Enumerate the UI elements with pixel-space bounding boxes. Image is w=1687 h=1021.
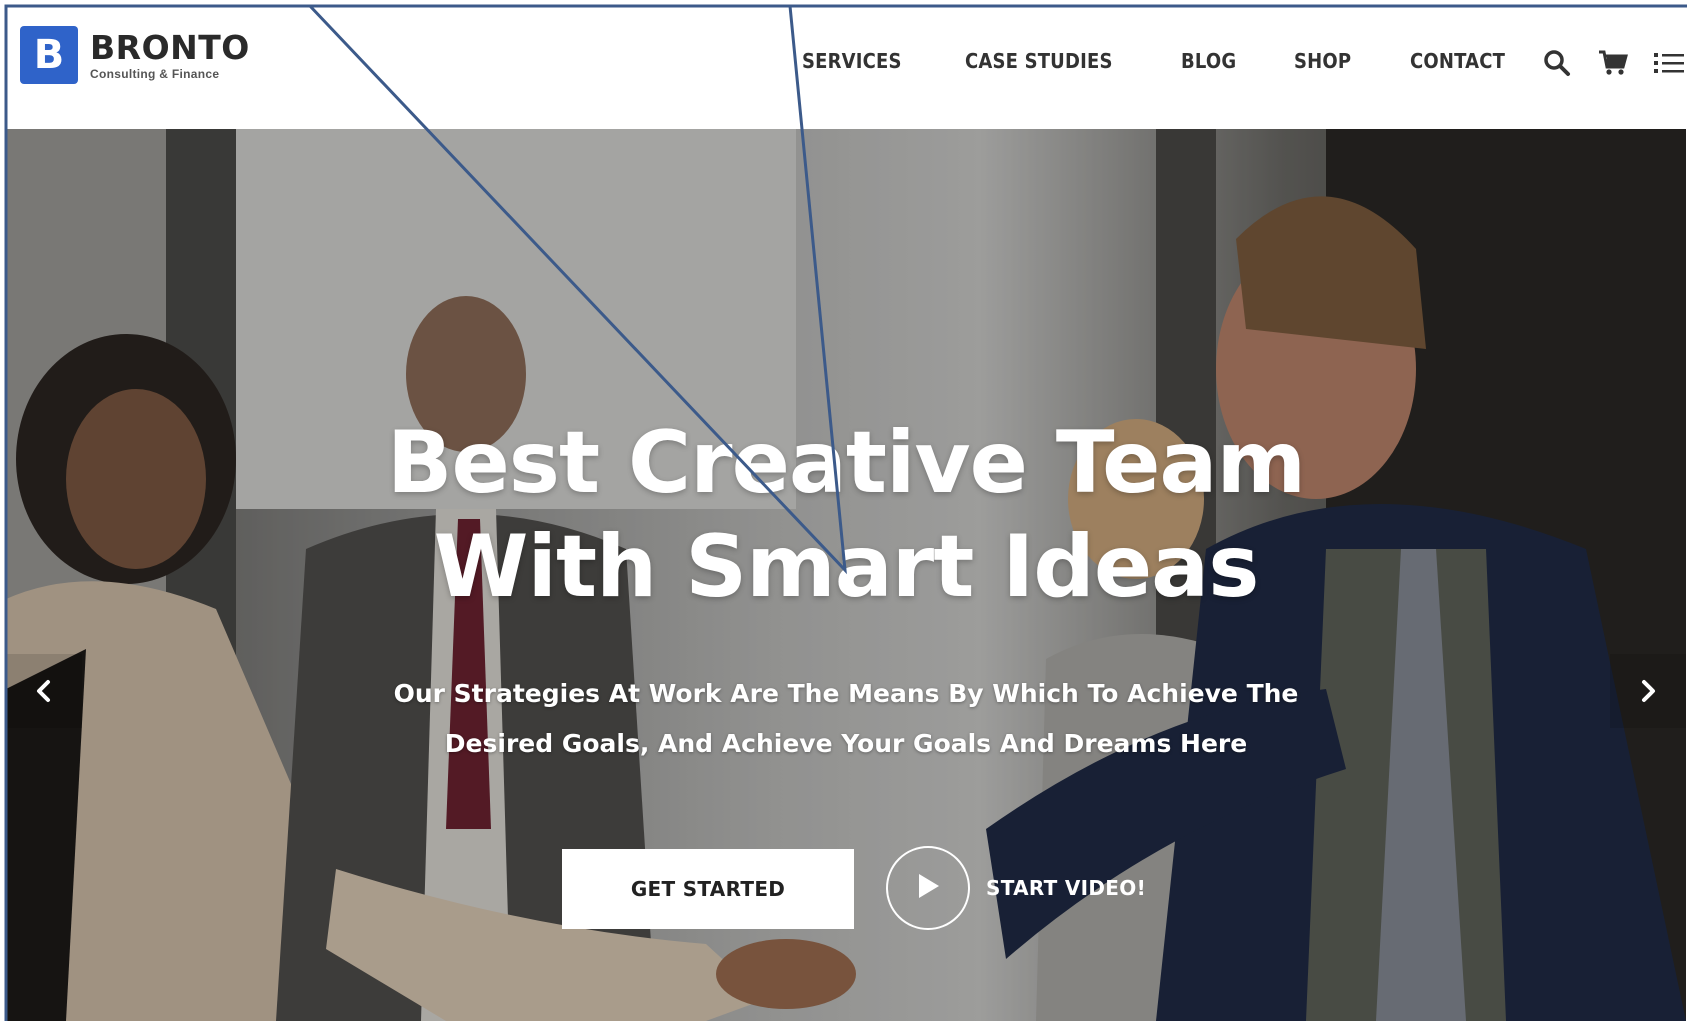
cart-icon[interactable] (1596, 46, 1630, 80)
page-frame: B BRONTO Consulting & Finance SERVICES C… (6, 6, 1686, 1021)
site-header: B BRONTO Consulting & Finance SERVICES C… (6, 6, 1686, 129)
logo-mark: B (20, 26, 78, 84)
header-actions (1518, 46, 1686, 80)
logo-tagline: Consulting & Finance (90, 66, 220, 81)
slider-next-button[interactable] (1610, 654, 1686, 728)
hero-title-line-1: Best Creative Team (386, 413, 1306, 513)
start-video-control[interactable]: START VIDEO! (886, 846, 1146, 930)
hero-slider: Best Creative Team With Smart Ideas Our … (6, 129, 1686, 1021)
play-icon (915, 872, 941, 905)
hero-subtitle-line-1: Our Strategies At Work Are The Means By … (393, 679, 1299, 708)
main-nav: SERVICES CASE STUDIES BLOG SHOP CONTACT (802, 49, 1568, 73)
site-logo[interactable]: B BRONTO Consulting & Finance (20, 26, 250, 84)
menu-list-icon[interactable] (1652, 46, 1686, 80)
nav-item-contact[interactable]: CONTACT (1410, 49, 1505, 73)
chevron-right-icon (1642, 680, 1655, 702)
nav-item-services[interactable]: SERVICES (802, 49, 902, 73)
chevron-left-icon (37, 680, 50, 702)
nav-item-shop[interactable]: SHOP (1294, 49, 1351, 73)
hero-subtitle: Our Strategies At Work Are The Means By … (6, 669, 1686, 769)
nav-item-blog[interactable]: BLOG (1181, 49, 1236, 73)
hero-title-line-2: With Smart Ideas (433, 517, 1260, 617)
slider-prev-button[interactable] (6, 654, 82, 728)
hero-subtitle-line-2: Desired Goals, And Achieve Your Goals An… (444, 729, 1248, 758)
get-started-button[interactable]: GET STARTED (562, 849, 854, 929)
start-video-label[interactable]: START VIDEO! (986, 876, 1146, 900)
search-icon[interactable] (1540, 46, 1574, 80)
logo-text: BRONTO Consulting & Finance (90, 31, 250, 80)
logo-name: BRONTO (90, 27, 250, 67)
hero-title: Best Creative Team With Smart Ideas (6, 411, 1686, 619)
nav-item-case-studies[interactable]: CASE STUDIES (965, 49, 1113, 73)
play-button[interactable] (886, 846, 970, 930)
